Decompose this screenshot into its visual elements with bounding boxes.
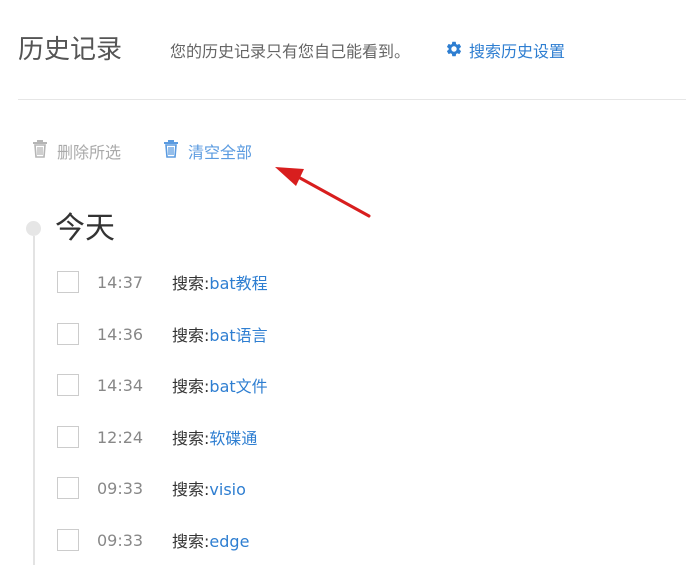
timeline-line xyxy=(33,236,35,565)
row-query-keyword-link[interactable]: bat语言 xyxy=(209,326,267,345)
delete-selected-button[interactable]: 删除所选 xyxy=(30,139,121,166)
row-time: 14:34 xyxy=(97,375,144,395)
row-checkbox[interactable] xyxy=(57,374,79,396)
row-time: 09:33 xyxy=(97,478,144,498)
row-time: 09:33 xyxy=(97,530,144,550)
row-time: 12:24 xyxy=(97,427,144,447)
history-row: 14:37 搜索:bat教程 xyxy=(57,269,268,295)
row-query-prefix: 搜索: xyxy=(172,274,210,293)
row-query-prefix: 搜索: xyxy=(172,377,210,396)
settings-link-label: 搜索历史设置 xyxy=(469,42,566,61)
row-checkbox[interactable] xyxy=(57,529,79,551)
row-time: 14:36 xyxy=(97,324,144,344)
row-query-prefix: 搜索: xyxy=(172,429,210,448)
row-checkbox[interactable] xyxy=(57,323,79,345)
page-title: 历史记录 xyxy=(18,35,123,65)
row-query: 搜索:软碟通 xyxy=(172,425,257,449)
row-query-keyword-link[interactable]: visio xyxy=(209,480,245,499)
privacy-note: 您的历史记录只有您自己能看到。 xyxy=(170,42,411,61)
row-checkbox[interactable] xyxy=(57,477,79,499)
row-query: 搜索:edge xyxy=(172,528,249,552)
row-query: 搜索:visio xyxy=(172,476,246,500)
row-query-prefix: 搜索: xyxy=(172,480,210,499)
row-checkbox[interactable] xyxy=(57,426,79,448)
history-row: 12:24 搜索:软碟通 xyxy=(57,424,257,450)
row-query: 搜索:bat教程 xyxy=(172,270,268,294)
timeline-dot xyxy=(26,221,41,236)
row-query-keyword-link[interactable]: edge xyxy=(209,532,249,551)
row-query-keyword-link[interactable]: bat文件 xyxy=(209,377,267,396)
history-row: 14:34 搜索:bat文件 xyxy=(57,372,268,398)
row-query-keyword-link[interactable]: bat教程 xyxy=(209,274,267,293)
clear-all-label: 清空全部 xyxy=(188,142,253,162)
row-query-prefix: 搜索: xyxy=(172,532,210,551)
history-row: 09:33 搜索:edge xyxy=(57,527,249,553)
row-query: 搜索:bat语言 xyxy=(172,322,268,346)
gear-icon xyxy=(445,40,463,64)
row-query-prefix: 搜索: xyxy=(172,326,210,345)
delete-selected-label: 删除所选 xyxy=(57,142,122,162)
row-query-keyword-link[interactable]: 软碟通 xyxy=(209,429,257,448)
row-query: 搜索:bat文件 xyxy=(172,373,268,397)
search-history-settings-link[interactable]: 搜索历史设置 xyxy=(445,40,565,64)
history-row: 14:36 搜索:bat语言 xyxy=(57,321,268,347)
trash-icon xyxy=(161,139,181,166)
day-heading: 今天 xyxy=(55,211,115,246)
trash-icon xyxy=(30,139,50,166)
row-time: 14:37 xyxy=(97,272,144,292)
clear-all-button[interactable]: 清空全部 xyxy=(161,139,252,166)
header-divider xyxy=(18,99,686,100)
history-row: 09:33 搜索:visio xyxy=(57,475,246,501)
row-checkbox[interactable] xyxy=(57,271,79,293)
